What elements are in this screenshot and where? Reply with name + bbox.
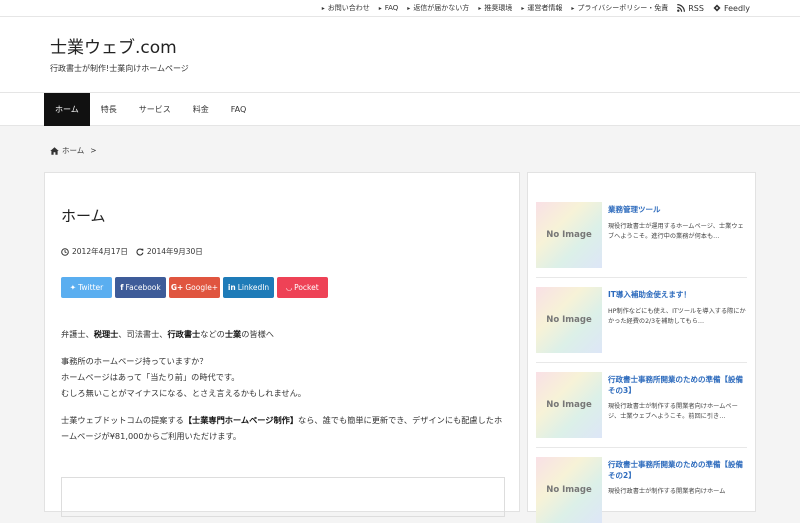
top-link-faq[interactable]: ▸ FAQ bbox=[379, 4, 399, 12]
site-header: 士業ウェブ.com 行政書士が制作!士業向けホームページ bbox=[0, 17, 800, 92]
share-buttons: ✦ Twitter f Facebook G+ Google+ in LinkedIn … bbox=[61, 277, 331, 298]
post-title-link[interactable]: IT導入補助金使えます！ bbox=[608, 289, 748, 300]
googleplus-share-button[interactable]: G+ Google+ bbox=[169, 277, 220, 298]
page-title: ホーム bbox=[61, 207, 106, 225]
intro-paragraph: 弁護士、税理士、司法書士、行政書士などの士業の皆様へ bbox=[61, 329, 274, 339]
rss-icon bbox=[677, 4, 686, 12]
googleplus-icon: G+ bbox=[170, 283, 184, 292]
chevron-right-icon: ▸ bbox=[571, 4, 575, 12]
rss-link[interactable]: RSS bbox=[677, 4, 704, 13]
chevron-right-icon: ▸ bbox=[378, 4, 382, 12]
top-link-environment[interactable]: ▸ 推奨環境 bbox=[478, 3, 512, 13]
breadcrumb-separator: > bbox=[90, 146, 97, 155]
nav-item-services[interactable]: サービス bbox=[128, 93, 182, 126]
twitter-share-button[interactable]: ✦ Twitter bbox=[61, 277, 112, 298]
main-nav: ホーム 特長 サービス 料金 FAQ bbox=[0, 92, 800, 126]
question-paragraph: 事務所のホームページ持っていますか？ ホームページはあって「当たり前」の時代です。… bbox=[61, 356, 306, 398]
post-excerpt: 現役行政書士が制作する開業者向けホームページ、士業ウェブへようこそ。前回に引き… bbox=[608, 403, 738, 420]
post-thumbnail[interactable]: No Image bbox=[536, 372, 602, 438]
feedly-icon bbox=[713, 4, 721, 12]
post-excerpt: 現役行政書士が運用するホームページ、士業ウェブへようこそ。進行中の業務が何本も… bbox=[608, 223, 744, 240]
divider bbox=[536, 447, 747, 448]
feedly-link[interactable]: Feedly bbox=[713, 4, 750, 13]
updated-date: 2014年9月30日 bbox=[146, 247, 203, 256]
chevron-right-icon: ▸ bbox=[321, 4, 325, 12]
linkedin-share-button[interactable]: in LinkedIn bbox=[223, 277, 274, 298]
sidebar-recent-posts: No Image 業務管理ツール 現役行政書士が運用するホームページ、士業ウェブ… bbox=[527, 172, 756, 523]
post-title-link[interactable]: 業務管理ツール bbox=[608, 204, 748, 215]
nav-item-features[interactable]: 特長 bbox=[90, 93, 128, 126]
linkedin-icon: in bbox=[227, 283, 236, 292]
nav-item-pricing[interactable]: 料金 bbox=[182, 93, 220, 126]
site-title[interactable]: 士業ウェブ.com bbox=[50, 33, 177, 58]
top-link-privacy[interactable]: ▸ プライバシーポリシー・免責 bbox=[571, 3, 668, 13]
breadcrumb-home[interactable]: ホーム bbox=[62, 145, 84, 156]
pocket-icon: ◡ bbox=[286, 283, 293, 292]
top-utility-bar: ▸ お問い合わせ ▸ FAQ ▸ 返信が届かない方 ▸ 推奨環境 ▸ 運営者情報 ▸ プライ… bbox=[0, 0, 800, 17]
chevron-right-icon: ▸ bbox=[521, 4, 525, 12]
content-box bbox=[61, 477, 505, 517]
site-tagline: 行政書士が制作!士業向けホームページ bbox=[50, 64, 189, 73]
clock-icon bbox=[61, 247, 69, 256]
breadcrumb: ホーム > bbox=[50, 145, 97, 156]
top-link-no-reply[interactable]: ▸ 返信が届かない方 bbox=[407, 3, 469, 13]
top-link-contact[interactable]: ▸ お問い合わせ bbox=[322, 3, 370, 13]
top-link-operator[interactable]: ▸ 運営者情報 bbox=[521, 3, 562, 13]
post-thumbnail[interactable]: No Image bbox=[536, 457, 602, 523]
twitter-icon: ✦ bbox=[69, 283, 77, 292]
divider bbox=[536, 362, 747, 363]
post-title-link[interactable]: 行政書士事務所開業のための準備【設備その2】 bbox=[608, 459, 748, 481]
post-thumbnail[interactable]: No Image bbox=[536, 287, 602, 353]
chevron-right-icon: ▸ bbox=[407, 4, 411, 12]
refresh-icon bbox=[136, 248, 144, 256]
home-icon bbox=[50, 146, 59, 155]
article-card: ホーム 2012年4月17日 2014年9月30日 ✦ Twitter f Face… bbox=[44, 172, 520, 517]
published-date: 2012年4月17日 bbox=[72, 247, 128, 256]
pocket-share-button[interactable]: ◡ Pocket bbox=[277, 277, 328, 298]
post-excerpt: HP制作などにも使え、ITツールを導入する際にかかった経費の2/3を補助してもら… bbox=[608, 308, 746, 325]
post-dates: 2012年4月17日 2014年9月30日 bbox=[61, 246, 203, 257]
offer-paragraph: 士業ウェブドットコムの提案する【士業専門ホームページ制作】なら、誰でも簡単に更新… bbox=[61, 415, 503, 441]
post-excerpt: 現役行政書士が制作する開業者向けホーム bbox=[608, 488, 726, 495]
nav-item-faq[interactable]: FAQ bbox=[220, 93, 258, 126]
chevron-right-icon: ▸ bbox=[478, 4, 482, 12]
nav-item-home[interactable]: ホーム bbox=[44, 93, 90, 126]
facebook-icon: f bbox=[120, 283, 124, 292]
post-thumbnail[interactable]: No Image bbox=[536, 202, 602, 268]
facebook-share-button[interactable]: f Facebook bbox=[115, 277, 166, 298]
divider bbox=[536, 277, 747, 278]
article-body: 弁護士、税理士、司法書士、行政書士などの士業の皆様へ 事務所のホームページ持って… bbox=[61, 326, 507, 455]
post-title-link[interactable]: 行政書士事務所開業のための準備【設備その3】 bbox=[608, 374, 748, 396]
